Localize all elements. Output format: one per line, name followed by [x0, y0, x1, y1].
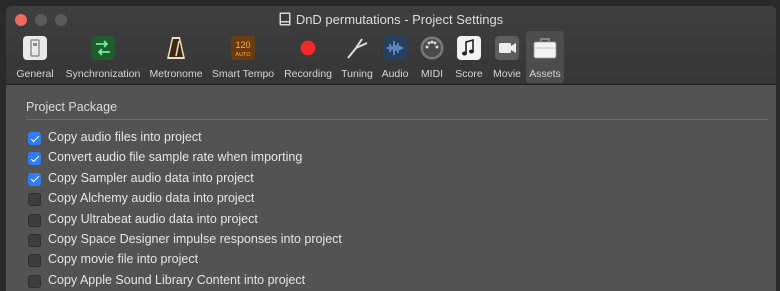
midi-icon [420, 36, 444, 60]
checkbox-copy-alchemy-data[interactable] [28, 193, 41, 207]
tab-audio[interactable]: Audio [378, 31, 412, 83]
metronome-icon [167, 37, 185, 59]
tab-score[interactable]: Score [452, 31, 486, 83]
checkbox-convert-sample-rate[interactable] [28, 152, 41, 166]
tab-tuning[interactable]: Tuning [337, 31, 377, 83]
option-label: Copy audio files into project [48, 130, 202, 144]
settings-toolbar: General Synchronization Metronome 120 AU… [6, 31, 776, 83]
checkbox-copy-sampler-data[interactable] [28, 172, 41, 186]
smart-tempo-icon: 120 AUTO [231, 36, 255, 60]
tab-metronome[interactable]: Metronome [146, 31, 206, 83]
title-bar: DnD permutations - Project Settings Gene… [6, 6, 776, 85]
tab-tuning-label: Tuning [341, 68, 373, 80]
option-label: Copy movie file into project [48, 252, 199, 267]
tab-smart-tempo[interactable]: 120 AUTO Smart Tempo [208, 31, 278, 83]
tab-smart-tempo-label: Smart Tempo [211, 68, 275, 80]
project-settings-window: DnD permutations - Project Settings Gene… [6, 6, 776, 291]
tab-synchronization-label: Synchronization [65, 68, 141, 80]
section-divider [26, 119, 768, 120]
option-label: Copy Ultrabeat audio data into project [48, 211, 258, 226]
project-document-icon [279, 12, 291, 26]
tab-general[interactable]: General [10, 31, 60, 83]
assets-briefcase-icon [533, 38, 557, 59]
general-icon [23, 36, 47, 60]
checkbox-copy-apple-sound-library[interactable] [28, 274, 41, 288]
tab-midi-label: MIDI [420, 68, 444, 80]
smart-tempo-auto: AUTO [235, 52, 251, 58]
option-label: Convert audio file sample rate when impo… [48, 150, 303, 165]
tab-metronome-label: Metronome [149, 68, 203, 80]
option-label: Copy Apple Sound Library Content into pr… [48, 272, 306, 287]
checkbox-copy-audio-files[interactable] [28, 132, 41, 145]
option-label: Copy Sampler audio data into project [48, 170, 254, 185]
movie-camera-icon [495, 36, 519, 60]
tab-recording[interactable]: Recording [280, 31, 336, 83]
tab-audio-label: Audio [381, 68, 409, 80]
tab-general-label: General [16, 68, 54, 80]
tab-movie-label: Movie [492, 68, 521, 80]
tab-assets-label: Assets [529, 68, 561, 80]
tuning-fork-icon [347, 38, 368, 59]
option-label: Copy Alchemy audio data into project [48, 191, 255, 206]
tab-recording-label: Recording [284, 68, 332, 80]
tab-movie[interactable]: Movie [488, 31, 526, 83]
checkbox-copy-space-designer-irs[interactable] [28, 233, 41, 247]
checkbox-copy-movie-file[interactable] [28, 254, 41, 268]
score-note-icon [457, 36, 481, 60]
tab-score-label: Score [455, 68, 483, 80]
section-title: Project Package [26, 100, 118, 114]
option-label: Copy Space Designer impulse responses in… [48, 231, 342, 246]
window-title: DnD permutations - Project Settings [295, 12, 504, 27]
record-icon [296, 36, 320, 60]
assets-settings-panel: Project Package Copy audio files into pr… [6, 85, 776, 291]
tab-assets[interactable]: Assets [526, 31, 564, 83]
tab-synchronization[interactable]: Synchronization [62, 31, 144, 83]
window-title-container: DnD permutations - Project Settings [6, 11, 776, 29]
smart-tempo-value: 120 [235, 40, 250, 50]
tab-midi[interactable]: MIDI [416, 31, 448, 83]
audio-waveform-icon [383, 36, 407, 60]
sync-icon [91, 36, 115, 60]
checkbox-copy-ultrabeat-data[interactable] [28, 213, 41, 227]
